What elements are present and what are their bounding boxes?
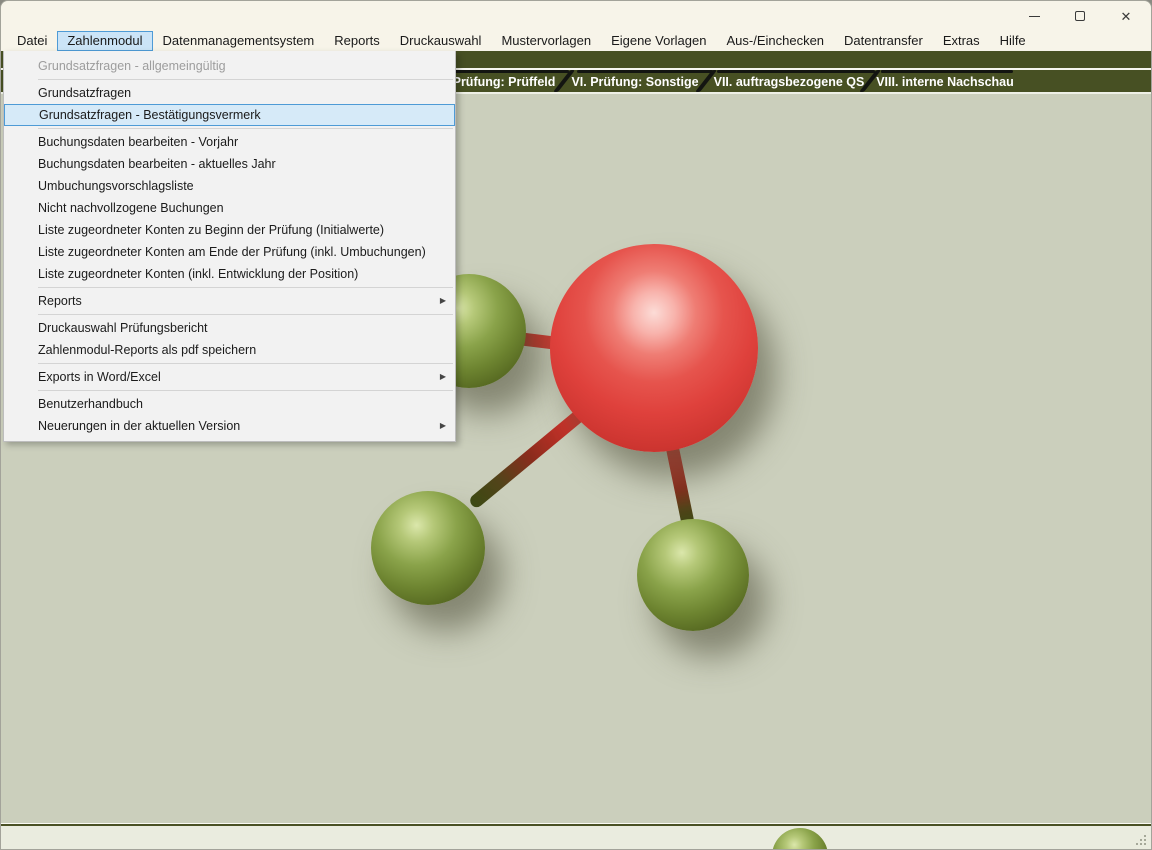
submenu-arrow-icon: ▶ xyxy=(440,415,446,437)
menubar-item-druckauswahl[interactable]: Druckauswahl xyxy=(390,31,492,51)
resize-grip[interactable] xyxy=(1134,833,1146,845)
menu-separator xyxy=(38,390,453,391)
menu-separator xyxy=(38,287,453,288)
menu-bar: Datei Zahlenmodul Datenmanagementsystem … xyxy=(1,31,1151,51)
submenu-arrow-icon: ▶ xyxy=(440,290,446,312)
menu-item-nicht-nachvollzogene-buchungen[interactable]: Nicht nachvollzogene Buchungen xyxy=(4,197,455,219)
menubar-item-aus-einchecken[interactable]: Aus-/Einchecken xyxy=(716,31,834,51)
menu-separator xyxy=(38,128,453,129)
menubar-item-mustervorlagen[interactable]: Mustervorlagen xyxy=(491,31,601,51)
menu-item-label: Exports in Word/Excel xyxy=(38,370,161,384)
menu-item-buchungsdaten-vorjahr[interactable]: Buchungsdaten bearbeiten - Vorjahr xyxy=(4,131,455,153)
menu-item-label: Neuerungen in der aktuellen Version xyxy=(38,419,240,433)
minimize-button[interactable] xyxy=(1011,1,1057,31)
menu-separator xyxy=(38,363,453,364)
tab-interne-nachschau[interactable]: VIII. interne Nachschau xyxy=(858,73,1032,91)
status-bar xyxy=(1,824,1151,849)
menu-item-umbuchungsvorschlagsliste[interactable]: Umbuchungsvorschlagsliste xyxy=(4,175,455,197)
menubar-item-reports[interactable]: Reports xyxy=(324,31,390,51)
menubar-item-datentransfer[interactable]: Datentransfer xyxy=(834,31,933,51)
menubar-item-eigene-vorlagen[interactable]: Eigene Vorlagen xyxy=(601,31,716,51)
menu-item-buchungsdaten-aktuelles-jahr[interactable]: Buchungsdaten bearbeiten - aktuelles Jah… xyxy=(4,153,455,175)
molecule-red-atom xyxy=(550,244,758,452)
molecule-green-atom xyxy=(637,519,749,631)
zahlenmodul-dropdown-menu: Grundsatzfragen - allgemeingültig Grunds… xyxy=(3,51,456,442)
caption-buttons: ✕ xyxy=(1011,1,1149,31)
menu-item-neuerungen[interactable]: Neuerungen in der aktuellen Version ▶ xyxy=(4,415,455,437)
minimize-icon xyxy=(1029,16,1040,17)
close-icon: ✕ xyxy=(1121,10,1132,23)
menu-item-liste-konten-ende[interactable]: Liste zugeordneter Konten am Ende der Pr… xyxy=(4,241,455,263)
menu-separator xyxy=(38,314,453,315)
title-bar: ✕ xyxy=(1,1,1151,31)
menu-separator xyxy=(38,79,453,80)
submenu-arrow-icon: ▶ xyxy=(440,366,446,388)
menu-item-liste-konten-beginn[interactable]: Liste zugeordneter Konten zu Beginn der … xyxy=(4,219,455,241)
menu-item-grundsatzfragen-allgemeingueltig: Grundsatzfragen - allgemeingültig xyxy=(4,55,455,77)
molecule-green-atom xyxy=(371,491,485,605)
menubar-item-zahlenmodul[interactable]: Zahlenmodul xyxy=(57,31,152,51)
menu-item-benutzerhandbuch[interactable]: Benutzerhandbuch xyxy=(4,393,455,415)
tab-auftragsbezogene-qs[interactable]: VII. auftragsbezogene QS xyxy=(699,73,879,91)
menubar-item-extras[interactable]: Extras xyxy=(933,31,990,51)
menu-item-liste-konten-entwicklung[interactable]: Liste zugeordneter Konten (inkl. Entwick… xyxy=(4,263,455,285)
menu-item-grundsatzfragen[interactable]: Grundsatzfragen xyxy=(4,82,455,104)
tab-pruefung-sonstige[interactable]: VI. Prüfung: Sonstige xyxy=(552,73,718,91)
menubar-item-hilfe[interactable]: Hilfe xyxy=(990,31,1036,51)
menu-item-label: Reports xyxy=(38,294,82,308)
maximize-button[interactable] xyxy=(1057,1,1103,31)
maximize-icon xyxy=(1075,11,1085,21)
molecule-green-atom-peek xyxy=(772,828,828,849)
menu-item-reports-als-pdf[interactable]: Zahlenmodul-Reports als pdf speichern xyxy=(4,339,455,361)
close-button[interactable]: ✕ xyxy=(1103,1,1149,31)
menubar-item-datenmanagementsystem[interactable]: Datenmanagementsystem xyxy=(153,31,325,51)
menu-item-druckauswahl-pruefungsbericht[interactable]: Druckauswahl Prüfungsbericht xyxy=(4,317,455,339)
menu-item-exports-word-excel[interactable]: Exports in Word/Excel ▶ xyxy=(4,366,455,388)
menubar-item-datei[interactable]: Datei xyxy=(7,31,57,51)
app-window: ✕ Datei Zahlenmodul Datenmanagementsyste… xyxy=(0,0,1152,850)
menu-item-grundsatzfragen-bestaetigungsvermerk[interactable]: Grundsatzfragen - Bestätigungsvermerk xyxy=(4,104,455,126)
menu-item-reports[interactable]: Reports ▶ xyxy=(4,290,455,312)
